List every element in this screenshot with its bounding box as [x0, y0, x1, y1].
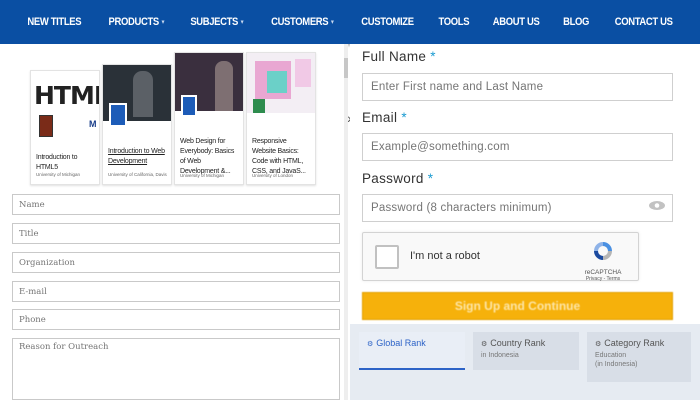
tab-label-text: Country Rank	[490, 338, 546, 348]
presenter-image	[133, 71, 153, 117]
book-icon	[39, 115, 53, 137]
course-badge-icon	[181, 95, 197, 117]
recaptcha-label: I'm not a robot	[410, 250, 480, 262]
eye-icon[interactable]	[648, 200, 666, 211]
top-navigation: NEW TITLES PRODUCTS ▾ SUBJECTS ▾ CUSTOMERS…	[0, 0, 700, 44]
course-title[interactable]: Introduction to Web Development	[108, 147, 167, 167]
recaptcha-privacy-terms[interactable]: Privacy - Terms	[576, 276, 630, 282]
nav-label: PRODUCTS	[108, 16, 159, 28]
course-title[interactable]: Introduction to HTML5	[36, 153, 95, 173]
course-thumbnail	[247, 53, 315, 113]
presenter-image	[215, 61, 233, 111]
email-input[interactable]	[362, 133, 673, 161]
course-card[interactable]: HTML M Introduction to HTML5 University …	[30, 70, 100, 185]
design-illustration	[267, 71, 287, 93]
design-illustration	[295, 59, 311, 87]
email-field[interactable]	[12, 281, 340, 302]
title-field[interactable]	[12, 223, 340, 244]
rank-icon: ⚙	[595, 341, 602, 348]
label-text: Email	[362, 110, 398, 125]
course-badge-icon	[109, 103, 127, 127]
scrollbar[interactable]	[344, 44, 348, 400]
nav-label: BLOG	[563, 16, 590, 28]
required-mark: *	[401, 110, 407, 125]
recaptcha-widget: I'm not a robot reCAPTCHA Privacy - Term…	[362, 232, 639, 282]
nav-subjects[interactable]: SUBJECTS ▾	[183, 16, 251, 28]
recaptcha-checkbox[interactable]	[375, 245, 399, 269]
password-label: Password *	[362, 171, 433, 186]
course-card[interactable]: Web Design for Everybody: Basics of Web …	[174, 52, 244, 185]
nav-about-us[interactable]: ABOUT US	[485, 16, 547, 28]
label-text: Password	[362, 171, 424, 186]
tab-label: ⚙ Country Rank	[481, 338, 571, 348]
tab-global-rank[interactable]: ⚙ Global Rank	[359, 332, 465, 370]
html-logo: HTML	[34, 81, 99, 110]
course-card[interactable]: Responsive Website Basics: Code with HTM…	[246, 52, 316, 185]
tab-label: ⚙ Category Rank	[595, 338, 683, 348]
nav-label: CONTACT US	[614, 16, 673, 28]
course-university: University of London	[252, 173, 294, 178]
course-university: University of Michigan	[180, 173, 225, 178]
organization-field[interactable]	[12, 252, 340, 273]
course-university: University of Michigan	[36, 172, 81, 177]
nav-label: TOOLS	[438, 16, 469, 28]
course-thumbnail	[175, 53, 243, 117]
course-title[interactable]: Responsive Website Basics: Code with HTM…	[252, 137, 311, 177]
recaptcha-icon	[594, 242, 612, 260]
recaptcha-logo: reCAPTCHA Privacy - Terms	[576, 239, 630, 282]
nav-label: NEW TITLES	[27, 16, 82, 28]
nav-contact-us[interactable]: CONTACT US	[607, 16, 680, 28]
email-label: Email *	[362, 110, 407, 125]
tab-sublabel: Education (in Indonesia)	[595, 352, 638, 368]
tab-label-text: Global Rank	[376, 338, 426, 348]
course-thumbnail	[103, 65, 171, 127]
course-university: University of California, Davis	[108, 172, 167, 177]
nav-tools[interactable]: TOOLS	[430, 16, 476, 28]
tab-country-rank[interactable]: ⚙ Country Rank in Indonesia	[473, 332, 579, 370]
required-mark: *	[430, 49, 436, 64]
chevron-down-icon: ▾	[330, 19, 334, 26]
chevron-down-icon: ▾	[161, 19, 164, 26]
nav-customers[interactable]: CUSTOMERS ▾	[263, 16, 341, 28]
reason-textarea[interactable]	[12, 338, 340, 400]
nav-label: CUSTOMIZE	[360, 16, 414, 28]
nav-blog[interactable]: BLOG	[556, 16, 597, 28]
label-text: Full Name	[362, 49, 427, 64]
left-panel: HTML M Introduction to HTML5 University …	[0, 44, 352, 400]
university-logo-icon: M	[89, 119, 97, 129]
recaptcha-brand: reCAPTCHA	[584, 269, 622, 276]
tab-label: ⚙ Global Rank	[367, 338, 457, 348]
nav-label: ABOUT US	[493, 16, 540, 28]
nav-label: SUBJECTS	[190, 16, 239, 28]
course-badge-icon	[253, 99, 265, 113]
tab-category-rank[interactable]: ⚙ Category Rank Education (in Indonesia)	[587, 332, 691, 382]
course-carousel: HTML M Introduction to HTML5 University …	[30, 50, 352, 190]
nav-customize[interactable]: CUSTOMIZE	[353, 16, 421, 28]
phone-field[interactable]	[12, 309, 340, 330]
course-title[interactable]: Web Design for Everybody: Basics of Web …	[180, 137, 239, 177]
course-card[interactable]: Introduction to Web Development Universi…	[102, 64, 172, 185]
tab-label-text: Category Rank	[604, 338, 665, 348]
rank-icon: ⚙	[481, 341, 488, 348]
required-mark: *	[427, 171, 434, 186]
scrollbar-thumb[interactable]	[344, 58, 348, 78]
rank-icon: ⚙	[367, 341, 374, 348]
chevron-down-icon: ▾	[240, 19, 244, 26]
sign-up-button[interactable]: Sign Up and Continue	[362, 292, 673, 320]
nav-label: CUSTOMERS	[271, 16, 329, 28]
nav-new-titles[interactable]: NEW TITLES	[20, 16, 89, 28]
tab-sublabel: in Indonesia	[481, 352, 519, 359]
course-thumbnail: HTML M	[31, 71, 99, 141]
name-field[interactable]	[12, 194, 340, 215]
password-input[interactable]	[362, 194, 673, 222]
full-name-label: Full Name *	[362, 49, 436, 64]
full-name-input[interactable]	[362, 73, 673, 101]
nav-products[interactable]: PRODUCTS ▾	[100, 16, 171, 28]
